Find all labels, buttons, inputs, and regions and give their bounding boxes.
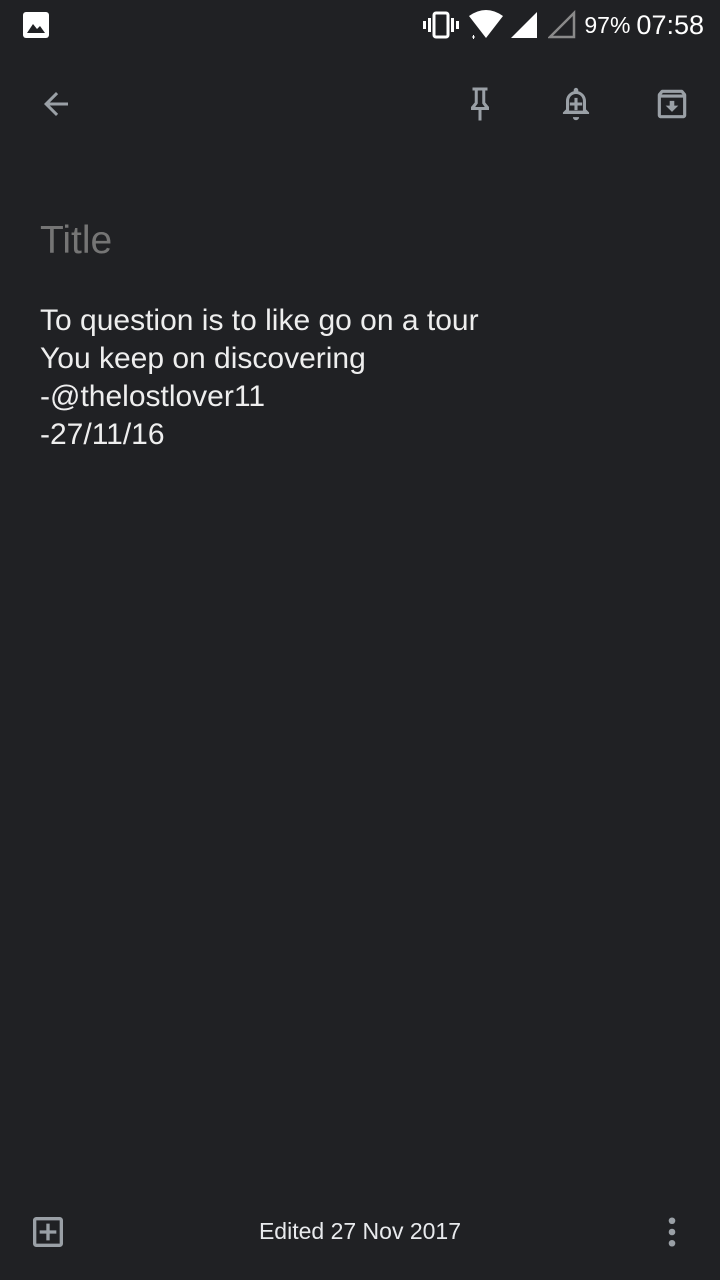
note-line: -@thelostlover11: [40, 380, 265, 413]
note-title-input[interactable]: [40, 214, 680, 268]
pin-icon: [471, 87, 489, 121]
back-button[interactable]: [28, 76, 84, 132]
archive-button[interactable]: [644, 76, 700, 132]
wifi-icon: [468, 10, 504, 40]
more-vert-icon: [668, 1217, 676, 1247]
vibrate-icon: [422, 10, 460, 40]
status-bar: 97% 07:58: [0, 0, 720, 50]
note-line: You keep on discovering: [40, 342, 366, 375]
signal-icon: [510, 10, 538, 40]
battery-percent: 97%: [584, 11, 631, 38]
more-options-button[interactable]: [644, 1204, 700, 1260]
add-reminder-icon: [562, 87, 590, 121]
note-editor-screen: 97% 07:58 To questio: [0, 0, 720, 1280]
edited-timestamp: Edited 27 Nov 2017: [258, 1218, 462, 1244]
archive-icon: [657, 89, 687, 119]
image-notification-icon: [22, 11, 50, 39]
bottom-bar: Edited 27 Nov 2017: [0, 1196, 720, 1272]
clock: 07:58: [636, 9, 704, 40]
signal-empty-icon: [548, 10, 576, 40]
note-body[interactable]: To question is to like go on a tour You …: [40, 302, 690, 454]
status-icons: 97% 07:58: [422, 8, 704, 42]
note-line: -27/11/16: [40, 418, 165, 451]
pin-button[interactable]: [452, 76, 508, 132]
note-line: To question is to like go on a tour: [40, 304, 479, 337]
app-bar: [0, 60, 720, 150]
arrow-back-icon: [44, 92, 68, 116]
reminder-button[interactable]: [548, 76, 604, 132]
